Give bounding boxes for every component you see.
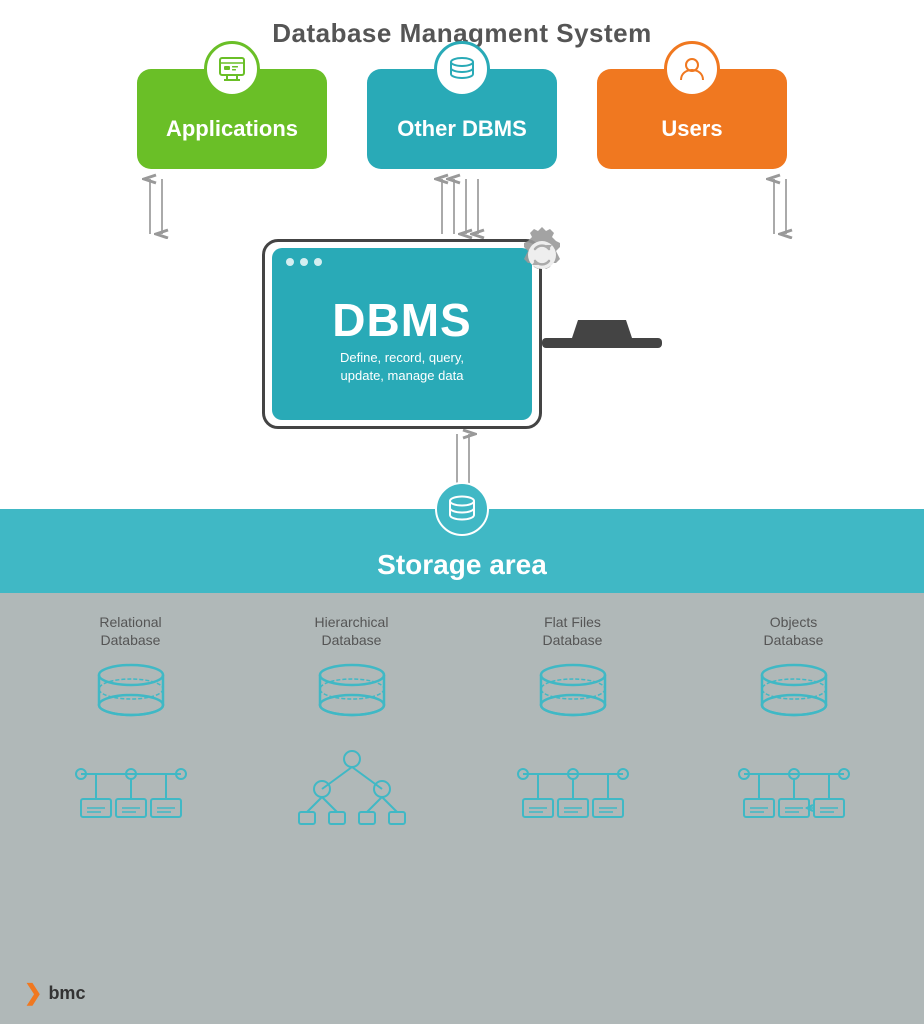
top-row: Applications Other DBMS — [0, 69, 924, 169]
otherdbms-label: Other DBMS — [397, 116, 527, 142]
top-box-otherdbms: Other DBMS — [367, 69, 557, 169]
monitor-stand-group — [542, 320, 662, 348]
top-arrows-svg — [32, 169, 892, 239]
db-cylinder-objects — [749, 661, 839, 736]
user-icon — [677, 54, 707, 84]
bmc-chevron-icon: ❯ — [24, 980, 42, 1006]
dbms-subtitle: Define, record, query,update, manage dat… — [340, 349, 464, 385]
network-hierarchical — [292, 744, 412, 834]
database-icon — [446, 53, 478, 85]
applications-icon-circle — [204, 41, 260, 97]
storage-title: Storage area — [377, 549, 547, 581]
diagram-container: Database Managment System Applications — [0, 0, 924, 1024]
db-col-flatfiles: Flat FilesDatabase — [478, 613, 668, 834]
network-flatfiles — [513, 744, 633, 834]
monitor-dots — [286, 258, 322, 266]
network-objects — [734, 744, 854, 834]
db-col-objects: ObjectsDatabase — [699, 613, 889, 834]
dot1 — [286, 258, 294, 266]
dbms-title: DBMS — [332, 293, 471, 347]
monitor-stand — [572, 320, 632, 338]
storage-db-icon — [435, 482, 489, 536]
users-icon-circle — [664, 41, 720, 97]
dot2 — [300, 258, 308, 266]
top-arrows-container — [32, 169, 892, 239]
storage-area: Storage area — [0, 509, 924, 593]
gear-icon — [507, 220, 577, 290]
db-label-objects: ObjectsDatabase — [764, 613, 824, 649]
monitor-base — [542, 338, 662, 348]
db-col-relational: RelationalDatabase — [36, 613, 226, 834]
db-col-hierarchical: HierarchicalDatabase — [257, 613, 447, 834]
db-label-relational: RelationalDatabase — [99, 613, 161, 649]
db-cylinder-relational — [86, 661, 176, 736]
computer-wrapper: DBMS Define, record, query,update, manag… — [262, 239, 662, 429]
computer-monitor: DBMS Define, record, query,update, manag… — [262, 239, 542, 429]
users-label: Users — [661, 116, 722, 142]
network-relational — [71, 744, 191, 834]
db-label-flatfiles: Flat FilesDatabase — [543, 613, 603, 649]
bmc-text: bmc — [48, 983, 85, 1004]
monitor-screen: DBMS Define, record, query,update, manag… — [272, 248, 532, 420]
db-types-area: RelationalDatabase — [0, 593, 924, 1024]
storage-database-icon — [444, 491, 480, 527]
db-label-hierarchical: HierarchicalDatabase — [315, 613, 389, 649]
db-cylinder-flatfiles — [528, 661, 618, 736]
dot3 — [314, 258, 322, 266]
top-box-users: Users — [597, 69, 787, 169]
bmc-logo: ❯ bmc — [24, 980, 85, 1006]
applications-label: Applications — [166, 116, 298, 142]
dbms-section: DBMS Define, record, query,update, manag… — [262, 239, 662, 429]
top-box-applications: Applications — [137, 69, 327, 169]
db-cylinder-hierarchical — [307, 661, 397, 736]
otherdbms-icon-circle — [434, 41, 490, 97]
monitor-icon — [217, 54, 247, 84]
